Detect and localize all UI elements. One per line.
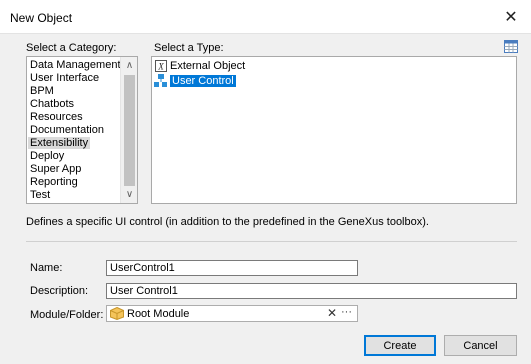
- category-item-reporting[interactable]: Reporting: [30, 176, 78, 188]
- category-item-user-interface[interactable]: User Interface: [30, 72, 99, 84]
- name-field[interactable]: UserControl1: [106, 260, 358, 276]
- svg-text:X: X: [157, 62, 164, 72]
- type-item-label: External Object: [170, 60, 246, 72]
- clear-icon[interactable]: ✕: [327, 306, 337, 320]
- category-item-resources[interactable]: Resources: [30, 111, 83, 123]
- category-item-extensibility[interactable]: Extensibility: [28, 137, 91, 149]
- module-folder-value: Root Module: [127, 307, 190, 320]
- close-icon: ✕: [504, 9, 518, 26]
- category-item-super-app[interactable]: Super App: [30, 163, 81, 175]
- type-description: Defines a specific UI control (in additi…: [26, 216, 429, 228]
- type-list[interactable]: X External Object User Control: [151, 56, 517, 204]
- name-label: Name:: [30, 262, 63, 274]
- category-item-bpm[interactable]: BPM: [30, 85, 54, 97]
- category-item-data-management[interactable]: Data Management: [30, 59, 121, 71]
- scroll-up-icon[interactable]: ∧: [121, 57, 137, 74]
- category-item-test[interactable]: Test: [30, 189, 50, 201]
- user-control-icon: [154, 74, 168, 88]
- window-title: New Object: [10, 11, 73, 25]
- scroll-thumb[interactable]: [124, 75, 135, 186]
- create-button[interactable]: Create: [364, 335, 436, 356]
- external-object-icon: X: [154, 59, 168, 73]
- type-item-external-object[interactable]: X External Object: [154, 59, 245, 73]
- category-label: Select a Category:: [26, 42, 117, 54]
- module-folder-label: Module/Folder:: [30, 309, 104, 321]
- category-item-deploy[interactable]: Deploy: [30, 150, 64, 162]
- category-list[interactable]: Data Management User Interface BPM Chatb…: [26, 56, 138, 204]
- new-object-dialog: New Object ✕ Select a Category: Data Man…: [0, 0, 531, 364]
- title-bar: New Object ✕: [0, 0, 531, 34]
- type-label: Select a Type:: [154, 42, 224, 54]
- description-field[interactable]: User Control1: [106, 283, 517, 299]
- description-label: Description:: [30, 285, 89, 297]
- grid-view-icon[interactable]: [504, 40, 518, 53]
- category-item-chatbots[interactable]: Chatbots: [30, 98, 74, 110]
- type-item-user-control[interactable]: User Control: [154, 74, 236, 88]
- cancel-button[interactable]: Cancel: [444, 335, 517, 356]
- category-item-documentation[interactable]: Documentation: [30, 124, 104, 136]
- type-item-label: User Control: [170, 75, 236, 87]
- category-scrollbar[interactable]: ∧ ∨: [120, 57, 137, 203]
- scroll-down-icon[interactable]: ∨: [121, 186, 137, 203]
- separator: [26, 241, 517, 242]
- module-folder-field[interactable]: Root Module ✕ ···: [106, 305, 358, 322]
- close-button[interactable]: ✕: [491, 0, 531, 34]
- module-icon: [110, 306, 124, 321]
- browse-icon[interactable]: ···: [341, 306, 352, 318]
